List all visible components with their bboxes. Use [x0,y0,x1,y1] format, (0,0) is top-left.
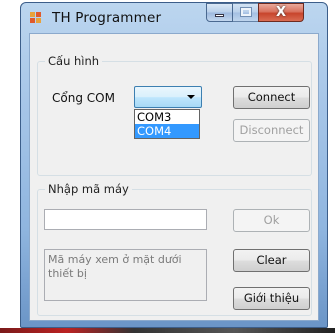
machine-code-input[interactable] [44,209,207,230]
com-port-label: Cổng COM [52,91,115,105]
com-port-select[interactable] [134,86,202,108]
close-icon: X [275,5,287,20]
minimize-button[interactable] [206,3,233,22]
close-button[interactable]: X [258,3,304,22]
maximize-button[interactable] [232,3,259,22]
minimize-icon [215,14,224,17]
dialog-client-area: Cấu hình Cổng COM COM3 COM4 Connect Disc… [29,33,319,321]
connect-button[interactable]: Connect [233,86,310,109]
about-button[interactable]: Giới thiệu [233,287,310,310]
maximize-icon [240,7,252,17]
machine-code-group-title: Nhập mã máy [45,182,132,196]
app-window: TH Programmer X Cấu hình Cổng COM COM3 C… [20,2,328,328]
clear-button[interactable]: Clear [233,249,310,272]
window-title: TH Programmer [52,10,162,26]
chevron-down-icon [187,95,195,99]
title-bar[interactable]: TH Programmer X [21,3,327,33]
ok-button[interactable]: Ok [233,209,310,232]
config-group-title: Cấu hình [45,54,103,68]
disconnect-button[interactable]: Disconnect [233,119,310,142]
hint-textarea[interactable]: Mã máy xem ở mặt dưới thiết bị [44,249,207,301]
taskbar-strip [0,328,335,333]
com-port-option[interactable]: COM4 [135,124,199,138]
com-port-dropdown: COM3 COM4 [134,109,200,139]
com-port-option[interactable]: COM3 [135,110,199,124]
app-grid-icon [30,12,42,24]
